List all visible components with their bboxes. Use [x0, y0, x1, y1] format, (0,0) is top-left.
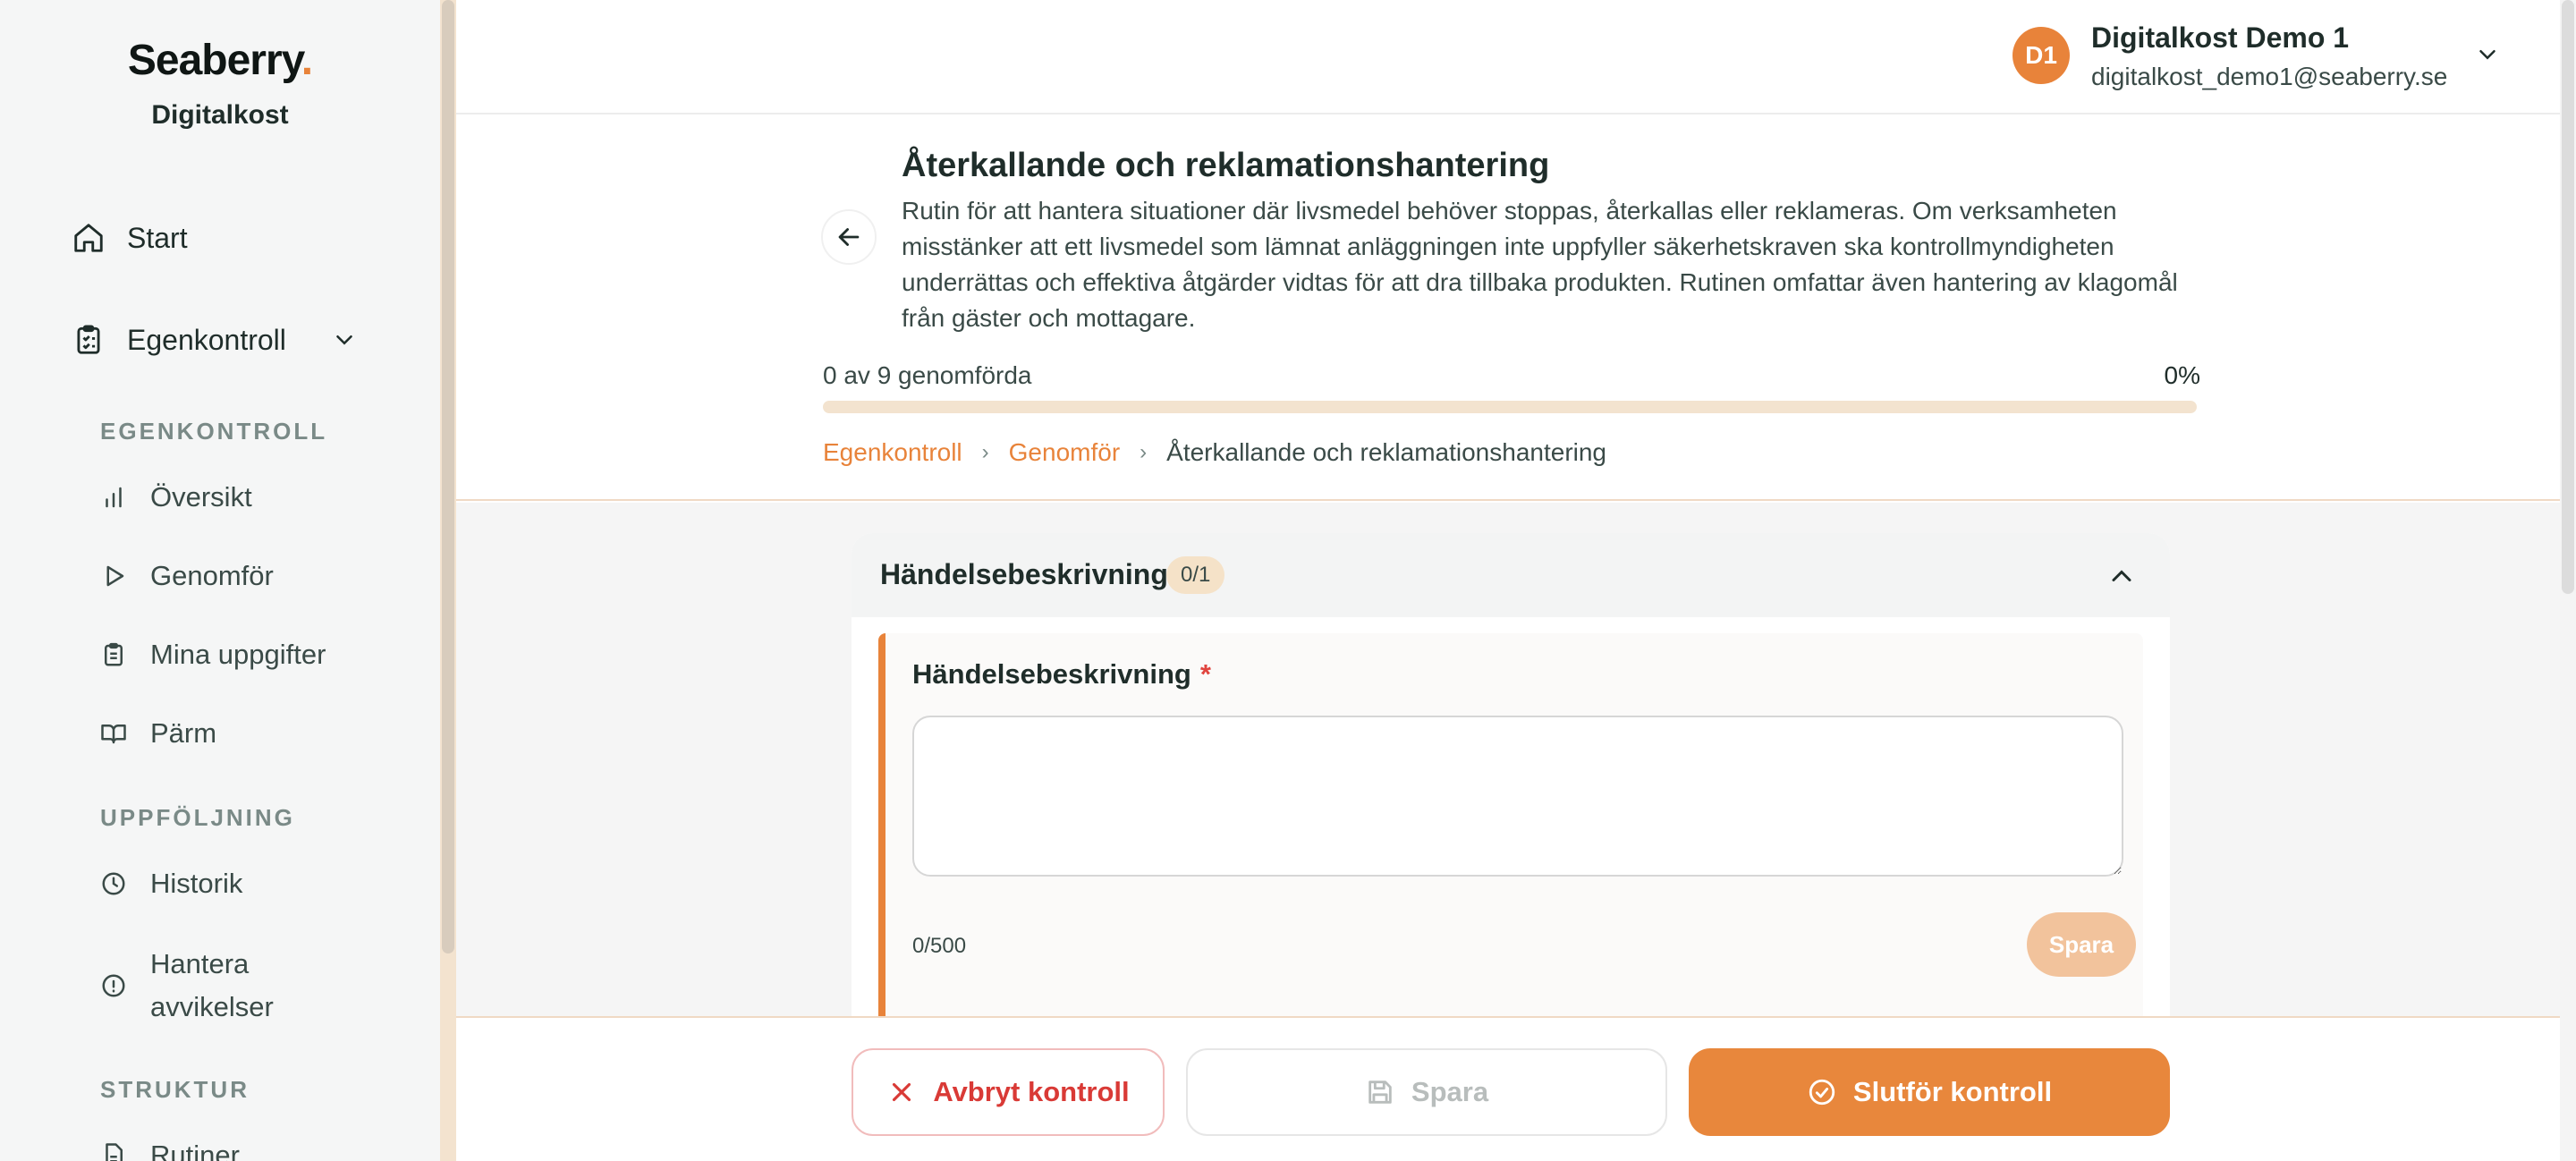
- nav-item-genomfor[interactable]: Genomför: [100, 560, 274, 592]
- required-marker: *: [1199, 658, 1211, 690]
- question-label: Händelsebeskrivning *: [912, 658, 1211, 690]
- breadcrumb-genomfor[interactable]: Genomför: [1009, 438, 1121, 467]
- page-title: Återkallande och reklamationshantering: [902, 147, 1550, 184]
- seaberry-logo[interactable]: Seaberry.: [0, 36, 440, 85]
- progress-bar: [823, 401, 2197, 413]
- nav-item-egenkontroll[interactable]: Egenkontroll: [72, 313, 358, 367]
- save-button[interactable]: Spara: [1186, 1048, 1667, 1136]
- sidebar-scrollbar-thumb[interactable]: [442, 0, 454, 953]
- top-bar: D1 Digitalkost Demo 1 digitalkost_demo1@…: [456, 0, 2560, 114]
- section-card: Händelsebeskrivning 0/1 Händelsebeskrivn…: [852, 533, 2170, 1016]
- content-area: Händelsebeskrivning 0/1 Händelsebeskrivn…: [456, 503, 2560, 1016]
- section-title: Händelsebeskrivning: [880, 558, 1168, 590]
- nav-item-label: Historik: [150, 868, 243, 899]
- nav-item-oversikt[interactable]: Översikt: [100, 481, 252, 513]
- nav-section-struktur: STRUKTUR: [100, 1076, 250, 1103]
- question-block: Händelsebeskrivning * 0/500 Spara: [878, 633, 2143, 1016]
- nav-item-start[interactable]: Start: [72, 211, 188, 265]
- page-description: Rutin för att hantera situationer där li…: [902, 197, 2178, 332]
- breadcrumb-separator: ›: [981, 440, 989, 464]
- nav-item-label: Start: [127, 221, 188, 254]
- chevron-down-icon[interactable]: [2474, 41, 2501, 68]
- file-icon: [106, 1143, 123, 1161]
- organization-name: Digitalkost: [151, 100, 289, 130]
- arrow-left-icon: [838, 228, 860, 246]
- progress-percent: 0%: [2164, 361, 2200, 389]
- nav-item-label: Mina uppgifter: [150, 639, 326, 670]
- nav-item-label: Översikt: [150, 481, 252, 513]
- breadcrumb: Egenkontroll › Genomför › Återkallande o…: [823, 438, 1606, 467]
- breadcrumb-separator: ›: [1140, 440, 1148, 464]
- chevron-up-icon[interactable]: [2106, 560, 2138, 592]
- breadcrumb-current: Återkallande och reklamationshantering: [1166, 438, 1607, 466]
- clipboard-icon: [77, 325, 100, 354]
- alert-circle-icon: [102, 974, 125, 997]
- finish-control-button[interactable]: Slutför kontroll: [1689, 1048, 2170, 1136]
- chevron-down-icon[interactable]: [331, 326, 358, 353]
- nav-item-mina-uppgifter[interactable]: Mina uppgifter: [100, 639, 326, 671]
- main-area: D1 Digitalkost Demo 1 digitalkost_demo1@…: [456, 0, 2560, 1161]
- nav-item-label: Rutiner: [150, 1140, 240, 1161]
- user-name[interactable]: Digitalkost Demo 1: [2091, 21, 2349, 55]
- book-open-icon: [101, 725, 126, 744]
- cancel-control-button[interactable]: Avbryt kontroll: [852, 1048, 1165, 1136]
- nav-item-rutiner[interactable]: Rutiner: [100, 1140, 240, 1161]
- progress-label: 0 av 9 genomförda: [823, 361, 1032, 389]
- save-answer-button[interactable]: Spara: [2027, 912, 2136, 977]
- nav-item-label: Pärm: [150, 717, 217, 749]
- nav-item-historik[interactable]: Historik: [100, 868, 242, 900]
- close-icon: [893, 1082, 911, 1102]
- check-circle-icon: [1809, 1079, 1835, 1106]
- sidebar: Seaberry. Digitalkost Start Egenkontroll…: [0, 0, 440, 1161]
- nav-item-hantera-avvikelser[interactable]: Hantera avvikelser: [100, 943, 274, 1029]
- section-header[interactable]: Händelsebeskrivning 0/1: [852, 533, 2170, 617]
- bar-chart-icon: [106, 487, 122, 508]
- footer-actions: Avbryt kontroll Spara Slutför kontroll: [456, 1016, 2560, 1161]
- home-icon: [74, 224, 103, 252]
- event-description-textarea[interactable]: [912, 716, 2123, 877]
- nav-item-parm[interactable]: Pärm: [100, 717, 216, 750]
- nav-item-label: Hantera avvikelser: [150, 948, 274, 1022]
- nav-section-egenkontroll: EGENKONTROLL: [100, 418, 328, 445]
- section-progress-badge: 0/1: [1166, 556, 1225, 594]
- breadcrumb-egenkontroll[interactable]: Egenkontroll: [823, 438, 962, 467]
- play-icon: [106, 565, 124, 587]
- back-button[interactable]: [821, 209, 877, 265]
- nav-section-uppfoljning: UPPFÖLJNING: [100, 804, 295, 831]
- nav-item-label: Genomför: [150, 560, 274, 591]
- save-icon: [1368, 1080, 1392, 1104]
- nav-item-label: Egenkontroll: [127, 323, 286, 356]
- avatar[interactable]: D1: [2012, 27, 2070, 84]
- clipboard-list-icon: [105, 642, 123, 666]
- user-email: digitalkost_demo1@seaberry.se: [2091, 63, 2448, 90]
- clock-icon: [102, 872, 125, 895]
- character-count: 0/500: [912, 934, 967, 958]
- page-scrollbar-thumb[interactable]: [2562, 0, 2574, 594]
